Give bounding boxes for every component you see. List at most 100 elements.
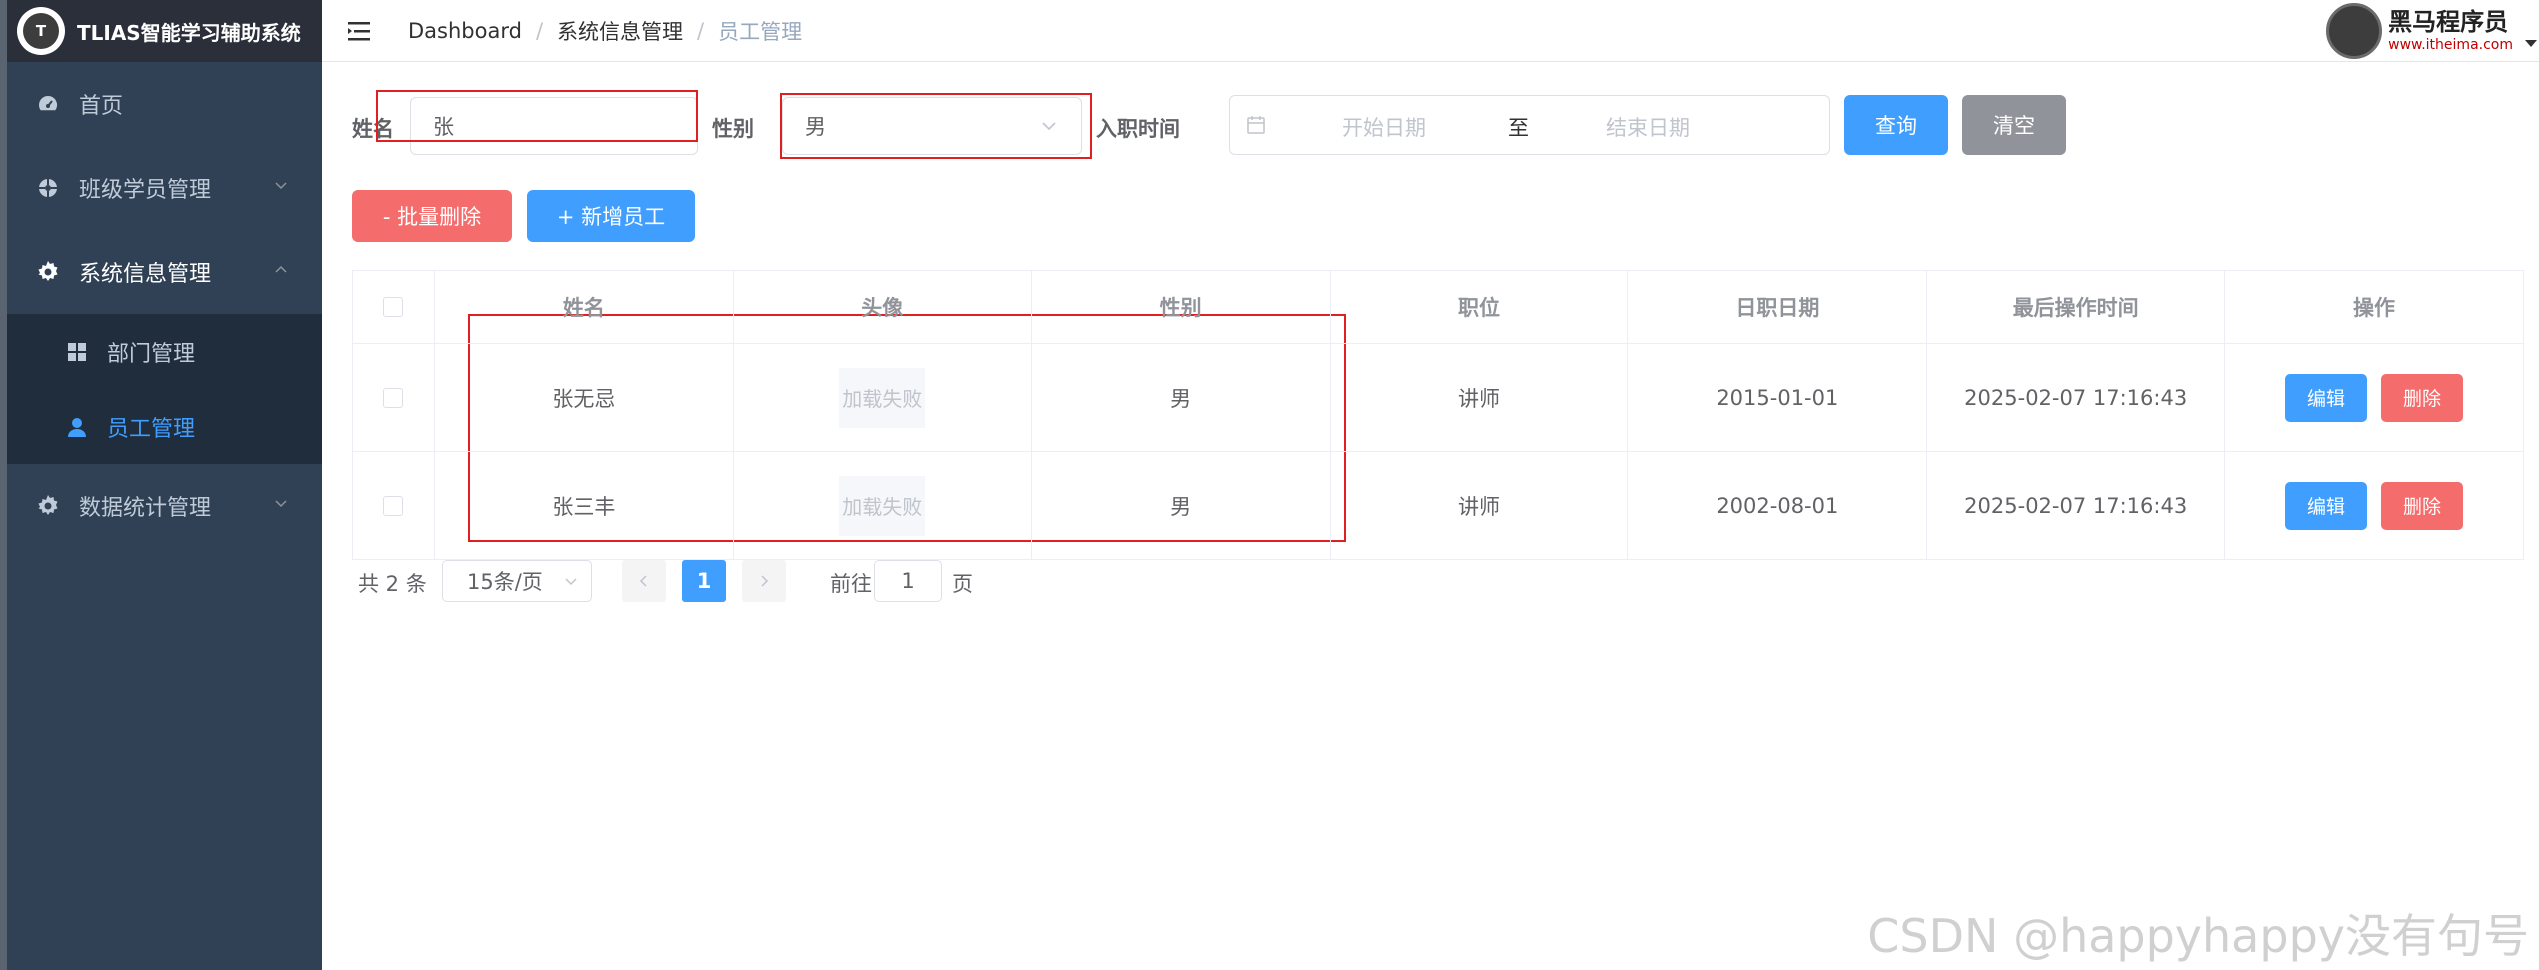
gear-icon xyxy=(35,493,61,519)
sidebar-item-home[interactable]: 首页 xyxy=(7,62,322,146)
column-header-updated[interactable]: 最后操作时间 xyxy=(1927,271,2226,343)
cell-actions: 编辑 删除 xyxy=(2225,452,2524,559)
cell-position: 讲师 xyxy=(1331,344,1629,451)
goto-page-input[interactable]: 1 xyxy=(874,560,942,602)
user-dropdown-caret-icon[interactable] xyxy=(2525,40,2537,47)
start-date-input[interactable]: 开始日期 xyxy=(1342,112,1426,142)
brand-logo[interactable]: 黑马程序员 www.itheima.com xyxy=(2326,0,2513,62)
cell-name: 张三丰 xyxy=(435,452,734,559)
edit-button[interactable]: 编辑 xyxy=(2285,373,2368,422)
page-size-value: 15条/页 xyxy=(467,570,543,594)
sidebar-item-class-students[interactable]: 班级学员管理 xyxy=(7,146,322,230)
batch-delete-button[interactable]: - 批量删除 xyxy=(352,190,512,242)
page-size-select[interactable]: 15条/页 xyxy=(442,560,592,602)
cell-date: 2015-01-01 xyxy=(1628,344,1928,451)
cell-avatar: 加载失败 xyxy=(734,344,1032,451)
user-icon xyxy=(65,415,89,439)
breadcrumb-separator: / xyxy=(697,18,705,43)
grid-icon xyxy=(65,340,89,364)
avatar-placeholder: 加载失败 xyxy=(839,475,926,536)
column-header-avatar[interactable]: 头像 xyxy=(734,271,1032,343)
gender-label: 性别 xyxy=(712,117,754,141)
select-all-cell xyxy=(353,271,435,343)
sidebar-item-label: 员工管理 xyxy=(107,416,196,442)
dashboard-icon xyxy=(35,91,61,117)
column-header-position[interactable]: 职位 xyxy=(1331,271,1629,343)
app-title: TLIAS智能学习辅助系统 xyxy=(77,20,301,45)
select-all-checkbox[interactable] xyxy=(383,297,404,317)
pagination: 共 2 条 15条/页 1 前往 1 页 xyxy=(352,560,1352,604)
menu-fold-icon[interactable] xyxy=(348,20,374,42)
sidebar-item-statistics[interactable]: 数据统计管理 xyxy=(7,464,322,548)
sidebar-logo[interactable]: T TLIAS智能学习辅助系统 xyxy=(7,0,322,62)
column-header-date[interactable]: 日职日期 xyxy=(1628,271,1928,343)
pagination-total: 共 2 条 xyxy=(358,572,427,596)
column-header-actions: 操作 xyxy=(2225,271,2524,343)
wheel-icon xyxy=(35,175,61,201)
sidebar-item-employee[interactable]: 员工管理 xyxy=(7,389,322,464)
cell-gender: 男 xyxy=(1032,344,1331,451)
breadcrumb-system-info[interactable]: 系统信息管理 xyxy=(557,16,683,46)
hire-date-range-picker[interactable]: 开始日期 至 结束日期 xyxy=(1229,95,1830,155)
table-row: 张无忌 加载失败 男 讲师 2015-01-01 2025-02-07 17:1… xyxy=(353,344,2524,452)
prev-page-button[interactable] xyxy=(622,560,666,602)
cell-actions: 编辑 删除 xyxy=(2225,344,2524,451)
name-input-value: 张 xyxy=(433,115,454,139)
search-form: 姓名 张 性别 男 入职时间 开始日期 至 结束日期 查询 清空 xyxy=(352,95,2502,155)
app-logo-icon: T xyxy=(17,7,65,55)
sidebar-item-department[interactable]: 部门管理 xyxy=(7,314,322,389)
cell-avatar: 加载失败 xyxy=(734,452,1032,559)
name-label: 姓名 xyxy=(352,117,394,141)
add-employee-button[interactable]: + 新增员工 xyxy=(527,190,695,242)
page-number-current[interactable]: 1 xyxy=(682,560,726,602)
query-button[interactable]: 查询 xyxy=(1844,95,1948,155)
chevron-right-icon xyxy=(761,575,769,587)
row-select-cell xyxy=(353,344,435,451)
page-word-label: 页 xyxy=(952,572,973,596)
breadcrumb-dashboard[interactable]: Dashboard xyxy=(408,19,522,43)
cell-position: 讲师 xyxy=(1331,452,1629,559)
sidebar-menu: 首页 班级学员管理 系统信息管理 部门管理 员工管理 数据统计管理 xyxy=(7,62,322,548)
next-page-button[interactable] xyxy=(742,560,786,602)
brand-name: 黑马程序员 xyxy=(2388,8,2509,36)
cell-updated: 2025-02-07 17:16:43 xyxy=(1927,452,2226,559)
calendar-icon xyxy=(1247,116,1265,134)
chevron-up-icon xyxy=(275,265,287,273)
breadcrumb: Dashboard / 系统信息管理 / 员工管理 xyxy=(408,16,802,46)
sidebar-item-label: 首页 xyxy=(79,94,124,119)
submenu-system-info: 部门管理 员工管理 xyxy=(7,314,322,464)
sidebar-item-label: 数据统计管理 xyxy=(79,496,212,521)
cell-name: 张无忌 xyxy=(435,344,734,451)
horse-logo-icon xyxy=(2326,3,2383,59)
row-checkbox[interactable] xyxy=(383,387,404,408)
chevron-down-icon xyxy=(565,578,577,586)
goto-label: 前往 xyxy=(830,572,872,596)
chevron-down-icon xyxy=(275,500,287,508)
row-select-cell xyxy=(353,452,435,559)
delete-button[interactable]: 删除 xyxy=(2381,373,2464,422)
edit-button[interactable]: 编辑 xyxy=(2285,481,2368,530)
clear-button[interactable]: 清空 xyxy=(1962,95,2066,155)
avatar-placeholder: 加载失败 xyxy=(839,367,926,428)
table-row: 张三丰 加载失败 男 讲师 2002-08-01 2025-02-07 17:1… xyxy=(353,452,2524,560)
column-header-gender[interactable]: 性别 xyxy=(1032,271,1331,343)
name-input[interactable]: 张 xyxy=(410,97,698,155)
range-separator: 至 xyxy=(1508,116,1529,140)
sidebar-item-label: 部门管理 xyxy=(107,341,196,367)
chevron-down-icon xyxy=(275,182,287,190)
breadcrumb-separator: / xyxy=(535,18,544,43)
delete-button[interactable]: 删除 xyxy=(2381,481,2464,530)
employee-table: 姓名 头像 性别 职位 日职日期 最后操作时间 操作 张无忌 加载失败 男 讲师… xyxy=(352,270,2524,560)
gender-select[interactable]: 男 xyxy=(782,97,1082,155)
sidebar-item-system-info[interactable]: 系统信息管理 xyxy=(7,230,322,314)
sidebar: T TLIAS智能学习辅助系统 首页 班级学员管理 系统信息管理 部门管理 员工… xyxy=(0,0,322,970)
end-date-input[interactable]: 结束日期 xyxy=(1606,112,1690,142)
watermark: CSDN @happyhappy没有句号 xyxy=(1867,909,2529,963)
row-checkbox[interactable] xyxy=(383,495,404,516)
chevron-left-icon xyxy=(639,575,647,587)
cell-gender: 男 xyxy=(1032,452,1331,559)
cell-date: 2002-08-01 xyxy=(1628,452,1928,559)
gender-select-value: 男 xyxy=(805,115,826,139)
column-header-name[interactable]: 姓名 xyxy=(435,271,734,343)
hire-date-label: 入职时间 xyxy=(1096,117,1180,141)
